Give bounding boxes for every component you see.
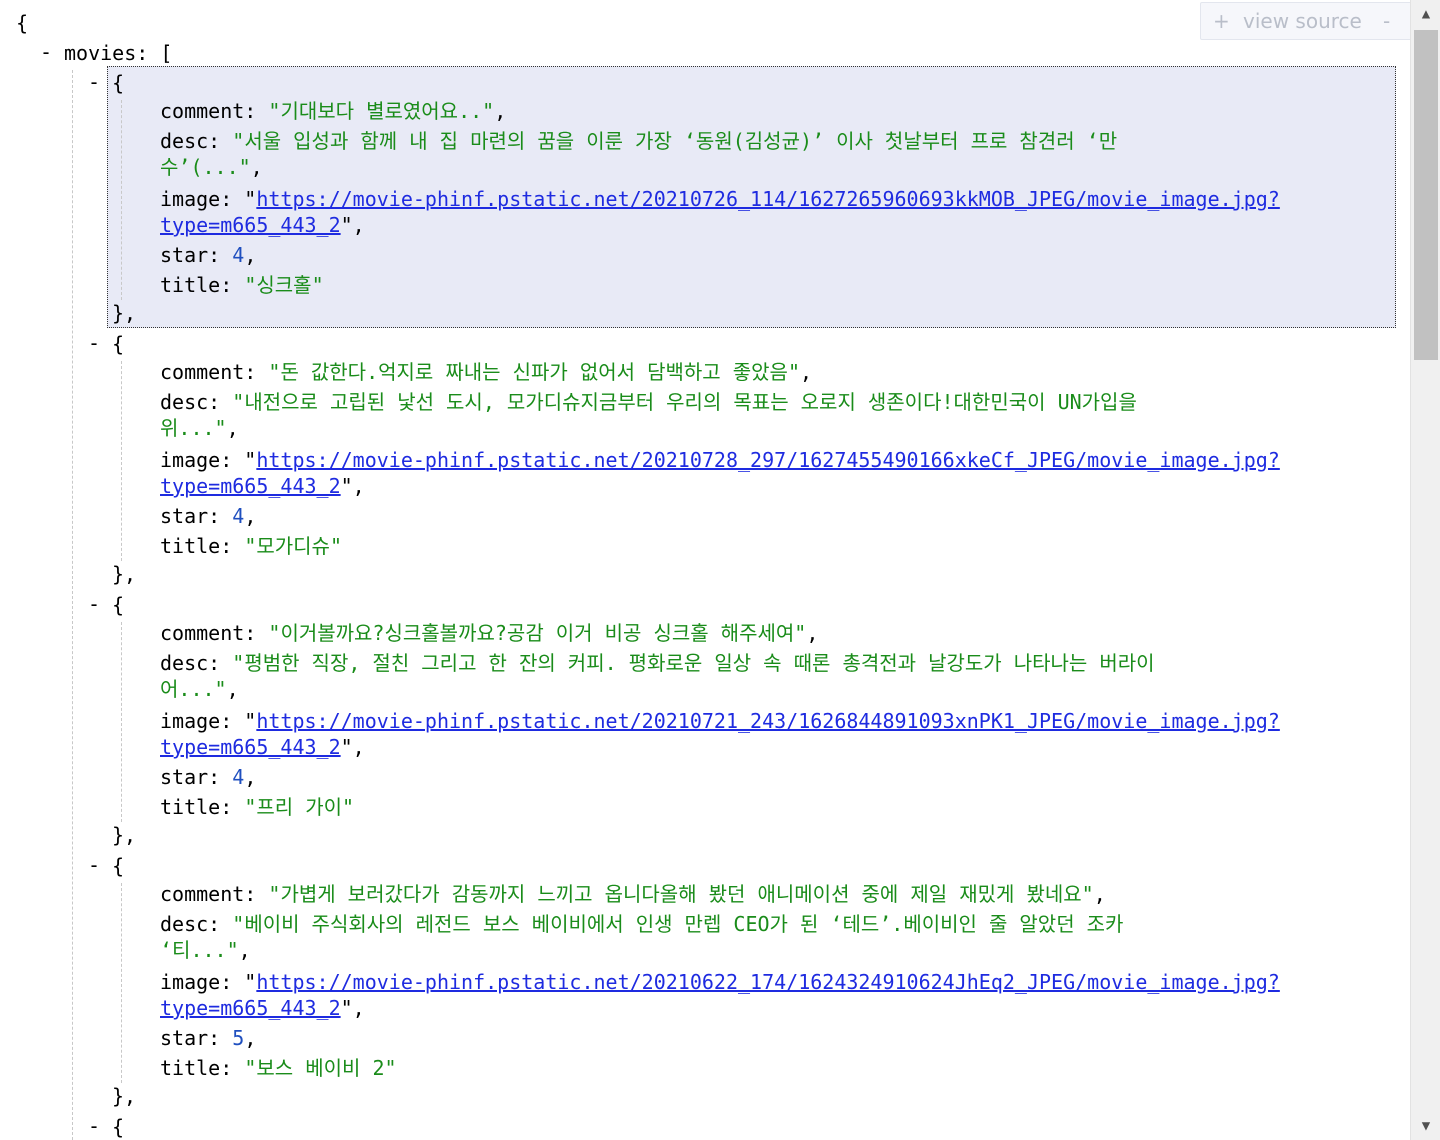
- object-close-brace: },: [112, 1084, 137, 1108]
- star-field: star: 4,: [160, 765, 257, 789]
- star-field: star: 5,: [160, 1026, 257, 1050]
- collapse-object-toggle[interactable]: -: [88, 1114, 100, 1138]
- comment-field: comment: "돈 값한다.억지로 짜내는 신파가 없어서 담백하고 좋았음…: [160, 360, 813, 384]
- movies-open-bracket: [: [160, 41, 173, 65]
- scroll-down-icon[interactable]: ▼: [1411, 1112, 1440, 1140]
- title-field: title: "보스 베이비 2": [160, 1056, 397, 1080]
- title-field: title: "싱크홀": [160, 273, 324, 297]
- collapse-all-button[interactable]: -: [1383, 9, 1390, 33]
- object-open-brace: {: [112, 854, 125, 878]
- object-close-brace: },: [112, 823, 137, 847]
- desc-field: desc: "베이비 주식회사의 레전드 보스 베이비에서 인생 만렙 CEO가…: [160, 912, 1124, 936]
- json-viewer: { - movies: [ -{comment: "기대보다 별로였어요..",…: [0, 0, 1410, 1140]
- star-field: star: 4,: [160, 243, 257, 267]
- desc-field-cont: 위...",: [160, 416, 239, 440]
- desc-field-cont: ‘티...",: [160, 938, 251, 962]
- scroll-thumb[interactable]: [1414, 30, 1438, 360]
- expand-all-button[interactable]: +: [1213, 9, 1230, 33]
- desc-field-cont: 수’(...",: [160, 155, 263, 179]
- vertical-scrollbar[interactable]: ▲ ▼: [1410, 0, 1440, 1140]
- object-open-brace: {: [112, 71, 125, 95]
- title-field: title: "프리 가이": [160, 795, 355, 819]
- comment-field: comment: "가볍게 보러갔다가 감동까지 느끼고 옵니다올해 봤던 애니…: [160, 882, 1106, 906]
- movies-indent-guide: [72, 70, 73, 1140]
- object-indent-guide: [121, 361, 122, 561]
- image-link-cont[interactable]: type=m665_443_2: [160, 213, 341, 237]
- image-field-cont: type=m665_443_2",: [160, 996, 365, 1020]
- image-field-cont: type=m665_443_2",: [160, 474, 365, 498]
- image-field-cont: type=m665_443_2",: [160, 213, 365, 237]
- object-close-brace: },: [112, 562, 137, 586]
- collapse-object-toggle[interactable]: -: [88, 853, 100, 877]
- image-field-cont: type=m665_443_2",: [160, 735, 365, 759]
- image-field: image: "https://movie-phinf.pstatic.net/…: [160, 448, 1280, 472]
- movies-key-line: movies: [: [64, 41, 173, 65]
- image-link[interactable]: https://movie-phinf.pstatic.net/20210721…: [256, 709, 1280, 733]
- object-open-brace: {: [112, 1115, 125, 1139]
- collapse-object-toggle[interactable]: -: [88, 592, 100, 616]
- movies-key: movies: [64, 41, 137, 65]
- image-link[interactable]: https://movie-phinf.pstatic.net/20210726…: [256, 187, 1280, 211]
- root-open-brace: {: [16, 11, 29, 35]
- collapse-object-toggle[interactable]: -: [88, 70, 100, 94]
- object-indent-guide: [121, 622, 122, 822]
- image-field: image: "https://movie-phinf.pstatic.net/…: [160, 187, 1280, 211]
- object-close-brace: },: [112, 301, 137, 325]
- image-field: image: "https://movie-phinf.pstatic.net/…: [160, 970, 1280, 994]
- image-field: image: "https://movie-phinf.pstatic.net/…: [160, 709, 1280, 733]
- desc-field: desc: "서울 입성과 함께 내 집 마련의 꿈을 이룬 가장 ‘동원(김성…: [160, 129, 1118, 153]
- image-link-cont[interactable]: type=m665_443_2: [160, 996, 341, 1020]
- image-link-cont[interactable]: type=m665_443_2: [160, 735, 341, 759]
- image-link[interactable]: https://movie-phinf.pstatic.net/20210622…: [256, 970, 1280, 994]
- collapse-movies-toggle[interactable]: -: [40, 40, 52, 64]
- collapse-object-toggle[interactable]: -: [88, 331, 100, 355]
- desc-field: desc: "내전으로 고립된 낯선 도시, 모가디슈지금부터 우리의 목표는 …: [160, 390, 1137, 414]
- comment-field: comment: "기대보다 별로였어요..",: [160, 99, 507, 123]
- image-link-cont[interactable]: type=m665_443_2: [160, 474, 341, 498]
- comment-field: comment: "이거볼까요?싱크홀볼까요?공감 이거 비공 싱크홀 해주세여…: [160, 621, 819, 645]
- object-indent-guide: [121, 100, 122, 300]
- desc-field-cont: 어...",: [160, 677, 239, 701]
- view-source-button[interactable]: view source: [1243, 9, 1362, 33]
- object-open-brace: {: [112, 593, 125, 617]
- image-link[interactable]: https://movie-phinf.pstatic.net/20210728…: [256, 448, 1280, 472]
- object-open-brace: {: [112, 332, 125, 356]
- view-source-toolbar: + view source -: [1200, 2, 1412, 40]
- object-indent-guide: [121, 883, 122, 1083]
- title-field: title: "모가디슈": [160, 534, 343, 558]
- desc-field: desc: "평범한 직장, 절친 그리고 한 잔의 커피. 평화로운 일상 속…: [160, 651, 1155, 675]
- star-field: star: 4,: [160, 504, 257, 528]
- scroll-up-icon[interactable]: ▲: [1411, 0, 1440, 28]
